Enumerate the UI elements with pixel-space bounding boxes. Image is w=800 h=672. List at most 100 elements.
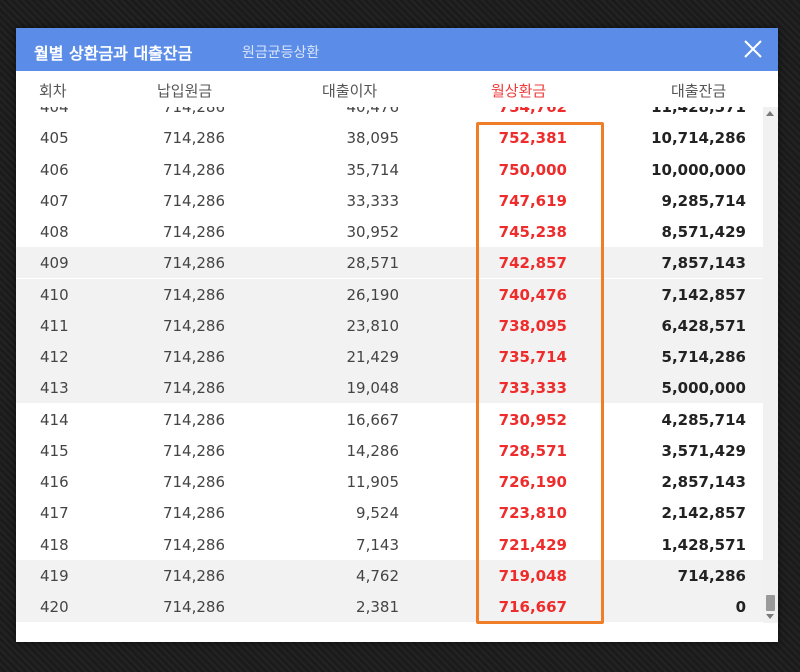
- cell-monthly-payment: 719,048: [498, 566, 567, 585]
- cell-monthly-payment: 730,952: [498, 410, 567, 429]
- table-row: 405 714,286 38,095 752,381 10,714,286: [16, 122, 763, 153]
- table-row: 413 714,286 19,048 733,333 5,000,000: [16, 372, 763, 404]
- cell-interest: 23,810: [346, 316, 400, 335]
- cell-round-no: 409: [40, 254, 69, 273]
- vertical-scrollbar[interactable]: [763, 107, 778, 623]
- cell-monthly-payment: 723,810: [498, 504, 567, 523]
- table-row: 407 714,286 33,333 747,619 9,285,714: [16, 185, 763, 216]
- cell-loan-balance: 9,285,714: [661, 191, 746, 210]
- cell-interest: 26,190: [346, 285, 400, 304]
- table-row: 411 714,286 23,810 738,095 6,428,571: [16, 309, 763, 341]
- modal-title: 월별 상환금과 대출잔금: [34, 44, 193, 63]
- cell-interest: 21,429: [346, 348, 400, 366]
- table-row: 417 714,286 9,524 723,810 2,142,857: [16, 497, 763, 528]
- cell-loan-balance: 11,428,571: [651, 107, 746, 116]
- cell-monthly-payment: 740,476: [498, 285, 567, 304]
- cell-loan-balance: 2,857,143: [661, 473, 746, 491]
- col-header-interest: 대출이자: [322, 82, 378, 100]
- table-row: 418 714,286 7,143 721,429 1,428,571: [16, 529, 763, 560]
- cell-principal: 714,286: [162, 379, 225, 398]
- cell-interest: 30,952: [346, 223, 400, 241]
- cell-principal: 714,286: [162, 223, 225, 241]
- cell-monthly-payment: 752,381: [498, 129, 567, 148]
- table-row: 420 714,286 2,381 716,667 0: [16, 591, 763, 622]
- cell-round-no: 410: [40, 285, 69, 304]
- cell-round-no: 408: [40, 223, 69, 241]
- cell-interest: 38,095: [346, 129, 400, 148]
- cell-round-no: 405: [40, 129, 69, 148]
- scroll-down-arrow-icon[interactable]: [766, 614, 774, 619]
- cell-principal: 714,286: [162, 473, 225, 491]
- cell-monthly-payment: 738,095: [498, 316, 567, 335]
- cell-interest: 14,286: [346, 441, 400, 460]
- cell-loan-balance: 8,571,429: [661, 223, 746, 241]
- cell-loan-balance: 10,000,000: [651, 160, 746, 179]
- cell-interest: 16,667: [346, 410, 400, 429]
- cell-monthly-payment: 733,333: [498, 379, 567, 398]
- cell-round-no: 406: [40, 160, 69, 179]
- cell-principal: 714,286: [162, 535, 225, 554]
- cell-interest: 35,714: [346, 160, 400, 179]
- cell-monthly-payment: 721,429: [498, 535, 567, 554]
- scrollbar-thumb[interactable]: [766, 595, 775, 611]
- cell-principal: 714,286: [162, 129, 225, 148]
- table-row: 408 714,286 30,952 745,238 8,571,429: [16, 216, 763, 247]
- cell-loan-balance: 714,286: [677, 566, 746, 585]
- repayment-schedule-modal: 월별 상환금과 대출잔금 원금균등상환 회차 납입원금 대출이자 월상환금 대출…: [16, 28, 778, 642]
- table-body[interactable]: 404 714,286 40,476 754,762 11,428,571 405 714,…: [16, 107, 778, 623]
- table-row: 414 714,286 16,667 730,952 4,285,714: [16, 404, 763, 435]
- cell-principal: 714,286: [162, 598, 225, 616]
- cell-interest: 40,476: [346, 107, 400, 116]
- cell-interest: 2,381: [356, 598, 399, 616]
- cell-principal: 714,286: [162, 504, 225, 523]
- cell-monthly-payment: 754,762: [498, 107, 567, 116]
- cell-loan-balance: 10,714,286: [651, 129, 746, 148]
- table-row: 416 714,286 11,905 726,190 2,857,143: [16, 466, 763, 497]
- col-header-payment: 월상환금: [491, 82, 547, 100]
- cell-loan-balance: 5,000,000: [661, 379, 746, 398]
- cell-loan-balance: 4,285,714: [661, 410, 746, 429]
- cell-monthly-payment: 726,190: [498, 473, 567, 491]
- modal-subtitle: 원금균등상환: [242, 45, 320, 61]
- table-header: 회차 납입원금 대출이자 월상환금 대출잔금: [16, 71, 778, 107]
- cell-principal: 714,286: [162, 191, 225, 210]
- cell-round-no: 411: [40, 316, 69, 335]
- cell-interest: 9,524: [356, 504, 399, 523]
- cell-interest: 11,905: [346, 473, 400, 491]
- close-icon[interactable]: [742, 38, 764, 60]
- cell-monthly-payment: 750,000: [498, 160, 567, 179]
- cell-round-no: 420: [40, 598, 69, 616]
- cell-round-no: 417: [40, 504, 69, 523]
- col-header-no: 회차: [39, 82, 67, 100]
- cell-principal: 714,286: [162, 160, 225, 179]
- table-row: 406 714,286 35,714 750,000 10,000,000: [16, 154, 763, 185]
- cell-loan-balance: 7,142,857: [661, 285, 746, 304]
- cell-round-no: 414: [40, 410, 69, 429]
- table-row: 409 714,286 28,571 742,857 7,857,143: [16, 247, 763, 279]
- cell-interest: 7,143: [356, 535, 399, 554]
- cell-loan-balance: 2,142,857: [661, 504, 746, 523]
- col-header-balance: 대출잔금: [671, 82, 727, 100]
- cell-round-no: 412: [40, 348, 69, 366]
- cell-principal: 714,286: [162, 107, 225, 116]
- cell-interest: 28,571: [346, 254, 400, 273]
- table-row: 412 714,286 21,429 735,714 5,714,286: [16, 341, 763, 372]
- cell-monthly-payment: 742,857: [498, 254, 567, 273]
- cell-principal: 714,286: [162, 316, 225, 335]
- cell-monthly-payment: 728,571: [498, 441, 567, 460]
- col-header-principal: 납입원금: [157, 82, 213, 100]
- cell-loan-balance: 0: [735, 598, 746, 616]
- cell-principal: 714,286: [162, 566, 225, 585]
- cell-round-no: 416: [40, 473, 69, 491]
- cell-loan-balance: 1,428,571: [661, 535, 746, 554]
- cell-principal: 714,286: [162, 441, 225, 460]
- cell-interest: 4,762: [356, 566, 399, 585]
- table-row: 404 714,286 40,476 754,762 11,428,571: [16, 107, 763, 122]
- cell-interest: 19,048: [346, 379, 400, 398]
- scroll-up-arrow-icon[interactable]: [766, 111, 774, 116]
- cell-monthly-payment: 716,667: [498, 598, 567, 616]
- cell-monthly-payment: 735,714: [498, 348, 567, 366]
- cell-round-no: 404: [40, 107, 69, 116]
- cell-loan-balance: 5,714,286: [661, 348, 746, 366]
- cell-loan-balance: 3,571,429: [661, 441, 746, 460]
